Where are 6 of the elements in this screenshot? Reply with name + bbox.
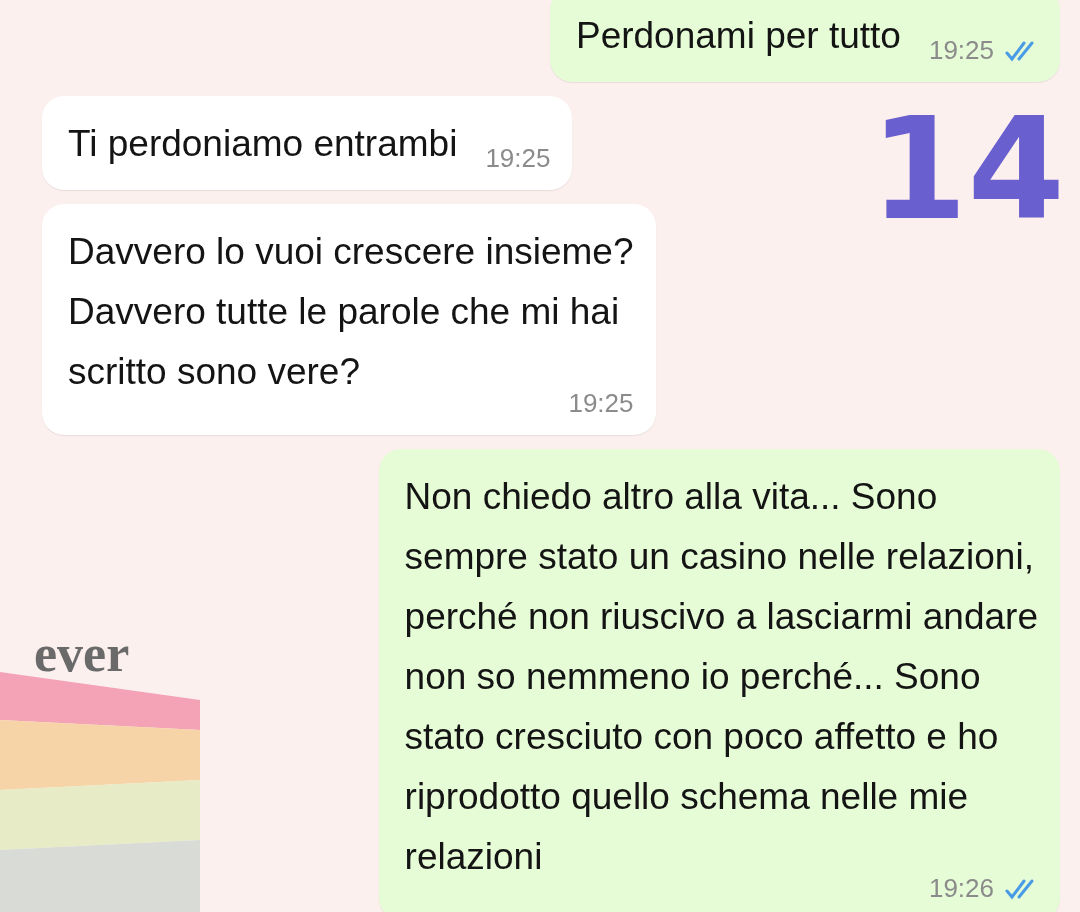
message-time: 19:25 <box>485 143 551 174</box>
message-text: Perdonami per tutto <box>575 14 901 58</box>
message-text: Ti perdoniamo entrambi <box>68 122 458 166</box>
message-time: 19:25 <box>928 35 994 66</box>
annotation-number: 14 <box>870 100 1065 240</box>
wallpaper-text: ever <box>34 624 130 683</box>
